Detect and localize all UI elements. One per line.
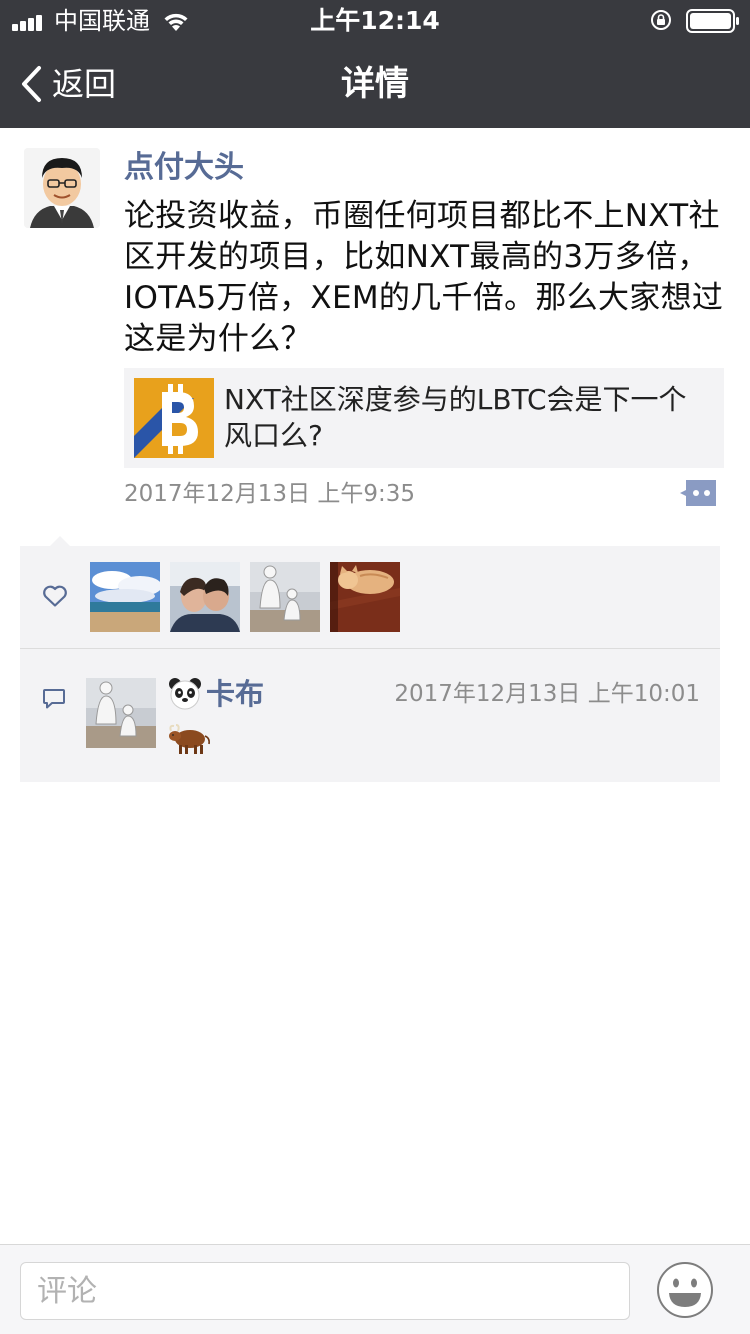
liker-avatar-sketch[interactable] [250, 562, 320, 632]
status-bar: 中国联通 上午12:14 [0, 0, 750, 40]
commenter-name: 卡布 [206, 677, 265, 711]
commenter-name-row[interactable]: 卡布 [168, 674, 264, 714]
interaction-panel: 卡布 2017年12月13日 上午10:01 [20, 536, 720, 782]
back-label: 返回 [52, 65, 117, 103]
top-bar: 中国联通 上午12:14 返回 详情 [0, 0, 750, 128]
panda-emoji-icon [169, 678, 201, 710]
status-time: 上午12:14 [310, 6, 440, 35]
back-button[interactable]: 返回 [18, 62, 116, 106]
commenter-avatar[interactable] [86, 678, 156, 748]
post-text: 论投资收益，币圈任何项目都比不上NXT社区开发的项目，比如NXT最高的3万多倍，… [124, 198, 724, 357]
comment-timestamp: 2017年12月13日 上午10:01 [394, 681, 700, 707]
orientation-lock-icon [651, 10, 671, 30]
post-author-name[interactable]: 点付大头 [124, 146, 244, 190]
comment-input-bar [0, 1244, 750, 1334]
link-thumbnail [134, 378, 214, 458]
liker-avatar-couple[interactable] [170, 562, 240, 632]
shared-link-card[interactable]: NXT社区深度参与的LBTC会是下一个风口么? [124, 368, 724, 468]
link-title: NXT社区深度参与的LBTC会是下一个风口么? [224, 383, 687, 452]
comment-input[interactable] [20, 1262, 630, 1320]
cartoon-man-avatar-icon [24, 148, 100, 228]
heart-icon [43, 585, 67, 607]
like-avatar-list [90, 562, 400, 632]
author-avatar[interactable] [24, 148, 100, 228]
post-timestamp: 2017年12月13日 上午9:35 [124, 481, 416, 507]
navigation-bar: 返回 详情 [0, 40, 750, 128]
chevron-left-icon [22, 66, 41, 102]
panel-divider [20, 648, 720, 649]
liker-avatar-beach[interactable] [90, 562, 160, 632]
emoji-button[interactable] [656, 1261, 714, 1319]
more-actions-button[interactable] [680, 478, 718, 508]
liker-avatar-cat[interactable] [330, 562, 400, 632]
bitcoin-logo-icon [134, 378, 214, 458]
battery-icon [686, 9, 739, 33]
ox-emoji-icon [169, 724, 210, 754]
comment-bubble-icon [43, 689, 65, 709]
panel-caret [50, 536, 70, 546]
